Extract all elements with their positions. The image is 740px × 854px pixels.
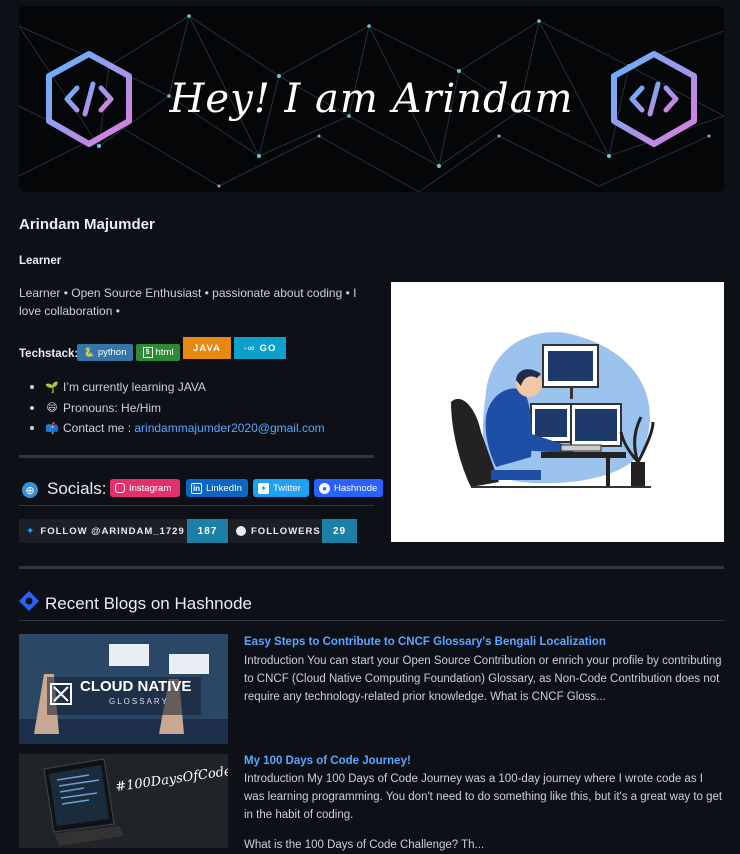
hashnode-logo-icon xyxy=(19,591,39,611)
list-item-text: Pronouns: He/Him xyxy=(63,400,162,415)
techstack-label: Techstack: xyxy=(19,348,79,360)
divider xyxy=(19,566,724,569)
divider xyxy=(19,505,374,506)
thumbnail-subtitle: GLOSSARY xyxy=(109,697,169,706)
list-item: 😄 Pronouns: He/Him xyxy=(30,398,325,419)
profile-bio: Learner • Open Source Enthusiast • passi… xyxy=(19,286,357,318)
hashnode-badge[interactable]: ● Hashnode xyxy=(314,479,383,497)
about-list: 🌱 I’m currently learning JAVA 😄 Pronouns… xyxy=(30,377,325,439)
envelope-icon: 📫 xyxy=(45,422,59,435)
twitter-follower-count: 187 xyxy=(187,519,228,543)
banner-title: Hey! I am Arindam xyxy=(169,76,574,122)
divider xyxy=(19,455,374,458)
github-follower-count: 29 xyxy=(322,519,357,543)
instagram-badge[interactable]: Instagram xyxy=(110,479,180,497)
post-excerpt: Introduction You can start your Open Sou… xyxy=(244,655,722,703)
profile-name: Arindam Majumder xyxy=(19,216,155,233)
instagram-icon xyxy=(115,483,125,493)
go-icon: -∞ xyxy=(243,342,256,354)
python-icon: 🐍 xyxy=(83,347,95,357)
twitter-icon: ✦ xyxy=(258,482,269,494)
seedling-icon: 🌱 xyxy=(45,381,59,394)
python-badge[interactable]: 🐍 python xyxy=(77,344,133,361)
go-badge[interactable]: -∞ GO xyxy=(234,337,286,359)
twitter-icon: ✦ xyxy=(26,525,36,537)
developer-illustration xyxy=(391,282,724,542)
java-badge[interactable]: JAVA xyxy=(183,337,231,359)
list-item-text: I’m currently learning JAVA xyxy=(63,380,206,395)
instagram-badge-label: Instagram xyxy=(129,482,172,494)
divider xyxy=(19,620,724,621)
twitter-badge-label: Twitter xyxy=(273,482,301,494)
html-badge-label: html xyxy=(155,347,174,358)
thumbnail-title: CLOUD NATIVE xyxy=(80,678,192,695)
bullet-icon xyxy=(30,405,34,410)
profile-role: Learner xyxy=(19,255,62,267)
html-badge[interactable]: 5 html xyxy=(136,344,180,361)
post-thumbnail[interactable]: CLOUD NATIVE GLOSSARY xyxy=(19,634,228,744)
post-excerpt-continued: What is the 100 Days of Code Challenge? … xyxy=(244,839,485,851)
hashnode-icon: ● xyxy=(319,482,330,494)
post-thumbnail[interactable]: #100DaysOfCode xyxy=(19,754,228,848)
socials-label: Socials: xyxy=(47,479,107,498)
list-item: 📫 Contact me : arindammajumder2020@gmail… xyxy=(30,418,325,439)
github-followers-badge[interactable]: FOLLOWERS xyxy=(229,519,322,543)
linkedin-icon: in xyxy=(191,482,202,494)
python-badge-label: python xyxy=(97,347,127,358)
go-badge-label: GO xyxy=(259,342,277,354)
list-item: 🌱 I’m currently learning JAVA xyxy=(30,377,325,398)
linkedin-badge-label: LinkedIn xyxy=(206,482,242,494)
html5-icon: 5 xyxy=(142,347,153,358)
globe-icon: ⊕ xyxy=(22,482,38,498)
twitter-badge[interactable]: ✦ Twitter xyxy=(253,479,309,497)
post-excerpt: Introduction My 100 Days of Code Journey… xyxy=(244,773,723,821)
post-title-link[interactable]: Easy Steps to Contribute to CNCF Glossar… xyxy=(244,636,606,648)
email-link[interactable]: arindammajumder2020@gmail.com xyxy=(134,421,324,435)
profile-banner: Hey! I am Arindam xyxy=(19,6,724,192)
github-icon xyxy=(236,526,246,536)
twitter-follow-badge[interactable]: ✦ FOLLOW @ARINDAM_1729 xyxy=(19,519,187,543)
java-badge-label: JAVA xyxy=(193,342,221,354)
hashnode-badge-label: Hashnode xyxy=(334,482,378,494)
linkedin-badge[interactable]: in LinkedIn xyxy=(186,479,248,497)
list-item-text: Contact me : xyxy=(63,421,135,436)
post-title-link[interactable]: My 100 Days of Code Journey! xyxy=(244,755,411,767)
bullet-icon xyxy=(30,426,34,431)
grin-icon: 😄 xyxy=(46,402,58,415)
twitter-follow-label: FOLLOW @ARINDAM_1729 xyxy=(40,525,185,537)
github-followers-label: FOLLOWERS xyxy=(251,525,321,537)
blogs-section-title: Recent Blogs on Hashnode xyxy=(45,594,252,613)
bullet-icon xyxy=(30,385,34,390)
